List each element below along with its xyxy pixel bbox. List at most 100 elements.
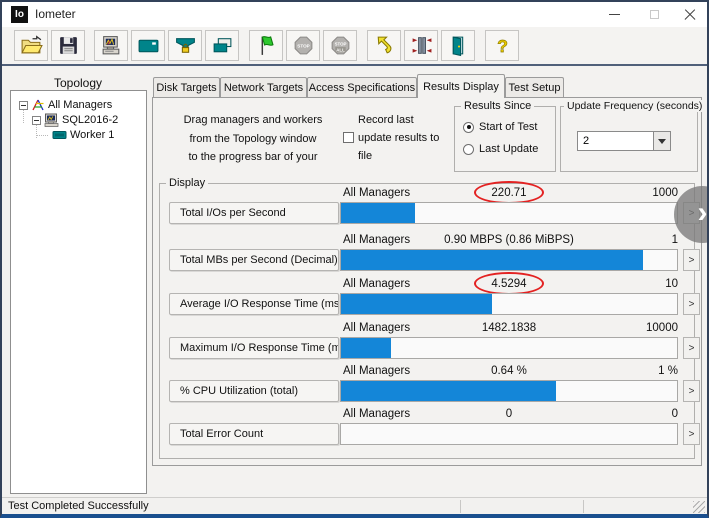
open-file-button[interactable] bbox=[14, 30, 48, 61]
radio-icon[interactable] bbox=[463, 144, 474, 155]
start-new-manager-button[interactable] bbox=[94, 30, 128, 61]
reset-workers-button[interactable] bbox=[367, 30, 401, 61]
metric-progress-fill bbox=[341, 294, 492, 314]
tab-disk-targets[interactable]: Disk Targets bbox=[153, 77, 220, 98]
duplicate-worker-button[interactable] bbox=[205, 30, 239, 61]
minimize-button[interactable] bbox=[598, 2, 630, 27]
radio-start-of-test[interactable]: Start of Test bbox=[463, 121, 538, 133]
metric-progress-fill bbox=[341, 250, 643, 270]
duplicate-worker-icon bbox=[211, 34, 234, 57]
metric-progress-bar[interactable] bbox=[340, 423, 678, 445]
save-floppy-icon bbox=[57, 34, 80, 57]
window-title: Iometer bbox=[35, 7, 76, 21]
topology-tree[interactable]: All Managers SQL2016-2 Worker 1 bbox=[10, 90, 147, 494]
metric-select-button[interactable]: Total I/Os per Second bbox=[169, 202, 339, 224]
show-connections-button[interactable] bbox=[404, 30, 438, 61]
metric-more-button[interactable]: > bbox=[683, 380, 700, 402]
main-area: Topology All Managers bbox=[2, 68, 707, 497]
metric-row: All Managers 1482.1838 10000 Maximum I/O… bbox=[167, 322, 701, 364]
new-disk-worker-button[interactable] bbox=[131, 30, 165, 61]
radio-label: Last Update bbox=[479, 143, 538, 155]
svg-text:STOP: STOP bbox=[334, 42, 346, 47]
metric-progress-bar[interactable] bbox=[340, 249, 678, 271]
metric-progress-bar[interactable] bbox=[340, 293, 678, 315]
metric-more-button[interactable]: > bbox=[683, 423, 700, 445]
metric-max-label: 1 bbox=[340, 234, 678, 246]
metric-progress-bar[interactable] bbox=[340, 380, 678, 402]
metric-select-button[interactable]: Total MBs per Second (Decimal) bbox=[169, 249, 339, 271]
topology-label: Topology bbox=[30, 76, 126, 90]
tree-item-worker[interactable]: Worker 1 bbox=[52, 129, 114, 141]
metric-row: All Managers 0.90 MBPS (0.86 MiBPS) 1 To… bbox=[167, 234, 701, 276]
title-bar[interactable]: Io Iometer bbox=[2, 2, 707, 27]
stop-all-sign-icon: STOP ALL bbox=[329, 34, 352, 57]
metric-select-button[interactable]: Maximum I/O Response Time (ms bbox=[169, 337, 339, 359]
tree-connector bbox=[36, 135, 48, 136]
tab-results-display[interactable]: Results Display bbox=[417, 74, 505, 98]
start-tests-button[interactable] bbox=[249, 30, 283, 61]
network-worker-icon bbox=[174, 34, 197, 57]
new-network-worker-button[interactable] bbox=[168, 30, 202, 61]
metric-max-label: 10000 bbox=[340, 322, 678, 334]
iometer-window: Io Iometer bbox=[0, 0, 709, 518]
tree-item-manager[interactable]: SQL2016-2 bbox=[32, 113, 118, 127]
metric-more-button[interactable]: > bbox=[683, 249, 700, 271]
update-frequency-title: Update Frequency (seconds) bbox=[564, 100, 705, 112]
metric-select-button[interactable]: % CPU Utilization (total) bbox=[169, 380, 339, 402]
green-flag-icon bbox=[255, 34, 278, 57]
radio-label: Start of Test bbox=[479, 121, 538, 133]
resize-grip[interactable] bbox=[693, 501, 705, 513]
save-results-button[interactable] bbox=[51, 30, 85, 61]
status-text: Test Completed Successfully bbox=[8, 500, 149, 512]
metric-more-button[interactable]: > bbox=[683, 337, 700, 359]
metric-row: All Managers 0 0 Total Error Count > bbox=[167, 408, 701, 450]
maximize-button[interactable] bbox=[638, 2, 670, 27]
app-logo-icon: Io bbox=[11, 6, 28, 23]
tree-item-label: Worker 1 bbox=[70, 129, 114, 141]
worker-icon bbox=[52, 129, 67, 141]
tab-test-setup[interactable]: Test Setup bbox=[505, 77, 564, 98]
radio-selected-icon[interactable] bbox=[463, 122, 474, 133]
metric-row: All Managers 220.71 1000 Total I/Os per … bbox=[167, 187, 701, 229]
metric-progress-bar[interactable] bbox=[340, 337, 678, 359]
collapse-icon[interactable] bbox=[32, 116, 41, 125]
record-results-checkbox[interactable] bbox=[343, 132, 354, 143]
manager-computer-icon bbox=[100, 34, 123, 57]
tree-item-label: All Managers bbox=[48, 99, 112, 111]
update-frequency-select[interactable]: 2 bbox=[577, 131, 671, 151]
status-bar: Test Completed Successfully bbox=[2, 497, 707, 514]
metric-max-label: 0 bbox=[340, 408, 678, 420]
status-divider bbox=[583, 500, 584, 513]
help-icon: ? bbox=[491, 34, 514, 57]
tree-item-all-managers[interactable]: All Managers bbox=[19, 98, 112, 112]
metric-progress-fill bbox=[341, 338, 391, 358]
metric-max-label: 1000 bbox=[340, 187, 678, 199]
metric-more-button[interactable]: > bbox=[683, 293, 700, 315]
radio-last-update[interactable]: Last Update bbox=[463, 143, 538, 155]
connections-icon bbox=[410, 34, 433, 57]
metric-row: All Managers 0.64 % 1 % % CPU Utilizatio… bbox=[167, 365, 701, 407]
about-button[interactable]: ? bbox=[485, 30, 519, 61]
close-button[interactable] bbox=[674, 2, 706, 27]
disk-worker-icon bbox=[137, 34, 160, 57]
record-results-label: Record last update results to file bbox=[358, 111, 458, 165]
stop-all-tests-button[interactable]: STOP ALL bbox=[323, 30, 357, 61]
collapse-icon[interactable] bbox=[19, 101, 28, 110]
tree-item-label: SQL2016-2 bbox=[62, 114, 118, 126]
dropdown-button[interactable] bbox=[653, 132, 670, 150]
toolbar: STOP STOP ALL bbox=[2, 27, 707, 66]
display-rows: All Managers 220.71 1000 Total I/Os per … bbox=[167, 187, 701, 455]
tab-access-specifications[interactable]: Access Specifications bbox=[307, 77, 417, 98]
minimize-icon bbox=[609, 14, 620, 15]
svg-text:STOP: STOP bbox=[297, 43, 309, 48]
next-glyph: › bbox=[698, 196, 708, 230]
metric-progress-bar[interactable] bbox=[340, 202, 678, 224]
stop-test-button[interactable]: STOP bbox=[286, 30, 320, 61]
exit-button[interactable] bbox=[441, 30, 475, 61]
metric-select-button[interactable]: Average I/O Response Time (ms) bbox=[169, 293, 339, 315]
close-icon bbox=[684, 9, 696, 21]
reset-arrow-icon bbox=[373, 34, 396, 57]
metric-select-button[interactable]: Total Error Count bbox=[169, 423, 339, 445]
tab-network-targets[interactable]: Network Targets bbox=[220, 77, 307, 98]
manager-computer-icon bbox=[44, 113, 59, 127]
